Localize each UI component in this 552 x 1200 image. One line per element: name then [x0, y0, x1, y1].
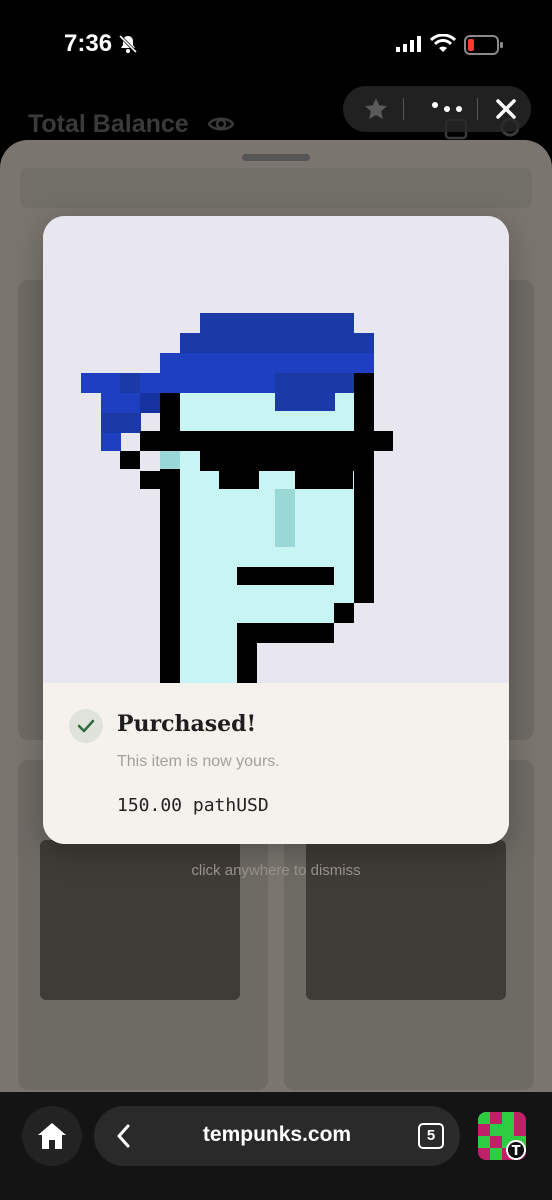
bookmark-star-icon[interactable] [363, 96, 389, 127]
home-icon [38, 1123, 66, 1149]
eye-icon [207, 114, 235, 139]
purchase-info: Purchased! This item is now yours. 150.0… [43, 683, 509, 844]
status-bar: 7:36 [0, 0, 552, 92]
browser-bottom-bar: tempunks.com 5 T [0, 1092, 552, 1200]
success-check-icon [69, 709, 103, 743]
pill-divider [477, 98, 478, 120]
nft-artwork [43, 216, 509, 683]
battery-low-icon [464, 35, 504, 60]
background-balance-title: Total Balance [28, 110, 189, 138]
pill-divider [403, 98, 404, 120]
close-icon[interactable] [495, 98, 517, 125]
dismiss-hint[interactable]: click anywhere to dismiss [0, 862, 552, 879]
wifi-icon [429, 33, 457, 59]
home-button[interactable] [22, 1106, 82, 1166]
cellular-signal-icon [396, 36, 422, 57]
purchase-confirmation-card: Purchased! This item is now yours. 150.0… [43, 216, 509, 844]
address-bar[interactable]: tempunks.com 5 [94, 1106, 460, 1166]
blurred-toolbar [20, 168, 532, 208]
browser-action-pill [343, 86, 531, 132]
sheet-grabber[interactable] [242, 154, 310, 161]
bell-muted-icon [118, 34, 138, 59]
pixel-punk-image [81, 313, 393, 683]
purchase-price: 150.00 pathUSD [117, 795, 269, 816]
profile-avatar[interactable]: T [478, 1112, 526, 1160]
url-text[interactable]: tempunks.com [94, 1123, 460, 1147]
status-time: 7:36 [64, 30, 113, 57]
tab-count-button[interactable]: 5 [418, 1123, 444, 1149]
purchase-title: Purchased! [117, 711, 257, 737]
more-options-icon[interactable] [431, 99, 463, 124]
svg-text:T: T [512, 1144, 521, 1159]
purchase-subtitle: This item is now yours. [117, 753, 280, 770]
